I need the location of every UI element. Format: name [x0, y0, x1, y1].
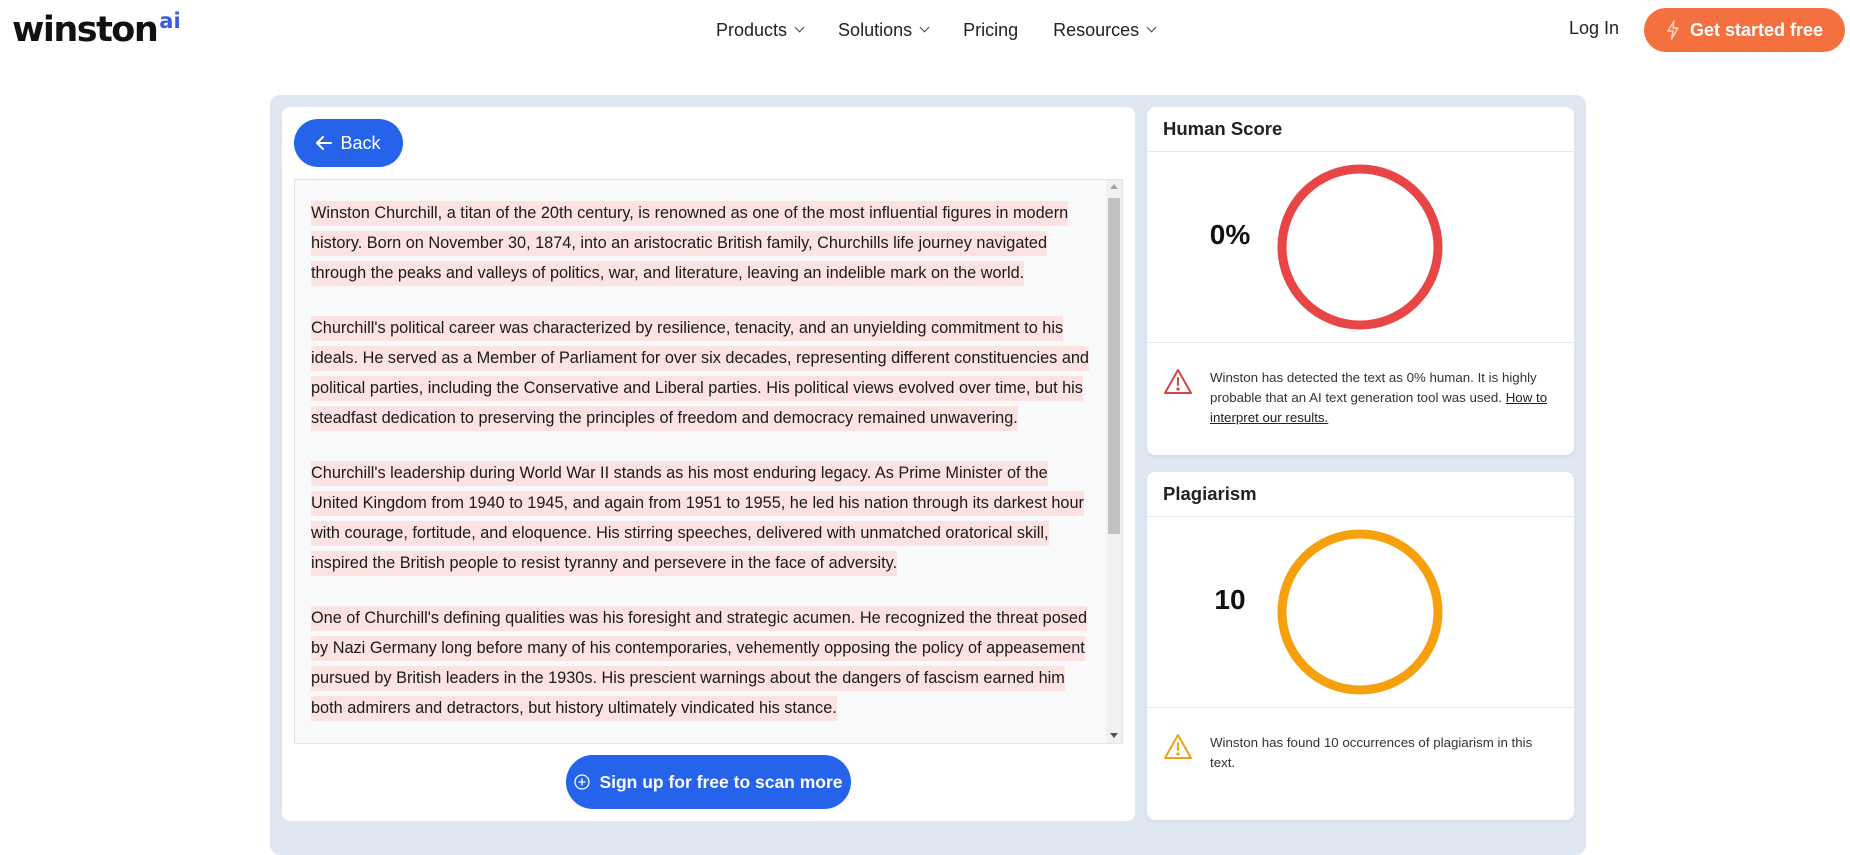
- ai-highlighted-text: Churchill's leadership during World War …: [311, 461, 1084, 576]
- back-button[interactable]: Back: [294, 119, 403, 167]
- warning-triangle-icon: [1164, 734, 1192, 759]
- lightning-icon: [1667, 20, 1679, 40]
- scanned-text-area[interactable]: Winston Churchill, a titan of the 20th c…: [294, 179, 1123, 744]
- logo-wordmark: winston: [12, 10, 159, 50]
- plagiarism-value: 10: [1214, 584, 1246, 615]
- warning-triangle-icon: [1164, 369, 1192, 394]
- nav-products[interactable]: Products: [716, 18, 805, 42]
- nav-solutions-label: Solutions: [838, 19, 913, 40]
- plagiarism-message-text: Winston has found 10 occurrences of plag…: [1210, 735, 1533, 770]
- human-score-card: Human Score 0% Winston has detected the …: [1147, 107, 1574, 455]
- ai-highlighted-text: Churchill's political career was charact…: [311, 316, 1089, 431]
- human-score-message: Winston has detected the text as 0% huma…: [1147, 343, 1574, 428]
- human-score-message-text: Winston has detected the text as 0% huma…: [1210, 370, 1537, 405]
- ai-highlighted-text: Winston Churchill, a titan of the 20th c…: [311, 201, 1069, 286]
- scanned-text-content: Winston Churchill, a titan of the 20th c…: [311, 198, 1089, 743]
- text-paragraph: Winston Churchill, a titan of the 20th c…: [311, 198, 1089, 288]
- plus-circle-icon: [574, 774, 591, 790]
- get-started-free-label: Get started free: [1689, 19, 1824, 40]
- scroll-up-arrow-icon[interactable]: [1110, 184, 1118, 189]
- main-nav: Products Solutions Pricing Resources: [716, 18, 1190, 42]
- human-score-title: Human Score: [1147, 107, 1574, 152]
- chevron-down-icon: [1146, 22, 1157, 33]
- nav-resources[interactable]: Resources: [1053, 18, 1157, 42]
- human-score-value: 0%: [1209, 219, 1251, 250]
- text-area-scrollbar[interactable]: [1106, 180, 1122, 743]
- sign-up-label: Sign up for free to scan more: [599, 771, 843, 792]
- nav-products-label: Products: [716, 19, 788, 40]
- text-paragraph: One of Churchill's defining qualities wa…: [311, 603, 1089, 723]
- nav-pricing-label: Pricing: [963, 19, 1019, 40]
- scrollbar-thumb[interactable]: [1108, 198, 1120, 534]
- text-paragraph: Churchill's political career was charact…: [311, 313, 1089, 433]
- winston-ai-logo[interactable]: winston ai: [12, 6, 181, 54]
- top-navigation-bar: winston ai Products Solutions Pricing Re…: [0, 0, 1850, 62]
- plagiarism-card: Plagiarism 10 Winston has found 10 occur…: [1147, 472, 1574, 820]
- logo-ai-suffix: ai: [159, 9, 181, 33]
- nav-pricing[interactable]: Pricing: [963, 18, 1018, 42]
- sign-up-to-scan-more-button[interactable]: Sign up for free to scan more: [566, 755, 851, 809]
- scroll-down-arrow-icon[interactable]: [1110, 733, 1118, 738]
- nav-solutions[interactable]: Solutions: [838, 18, 930, 42]
- plagiarism-title: Plagiarism: [1147, 472, 1574, 517]
- chevron-down-icon: [794, 22, 805, 33]
- human-score-gauge-area: 0%: [1147, 152, 1574, 343]
- get-started-free-button[interactable]: Get started free: [1644, 8, 1845, 52]
- plagiarism-gauge-area: 10: [1147, 517, 1574, 708]
- arrow-left-icon: [316, 136, 333, 150]
- back-label: Back: [340, 132, 381, 153]
- nav-resources-label: Resources: [1053, 19, 1140, 40]
- ai-highlighted-text: One of Churchill's defining qualities wa…: [311, 606, 1087, 721]
- login-link[interactable]: Log In: [1569, 18, 1619, 39]
- plagiarism-message: Winston has found 10 occurrences of plag…: [1147, 708, 1574, 773]
- text-paragraph: Churchill's leadership during World War …: [311, 458, 1089, 578]
- chevron-down-icon: [919, 22, 930, 33]
